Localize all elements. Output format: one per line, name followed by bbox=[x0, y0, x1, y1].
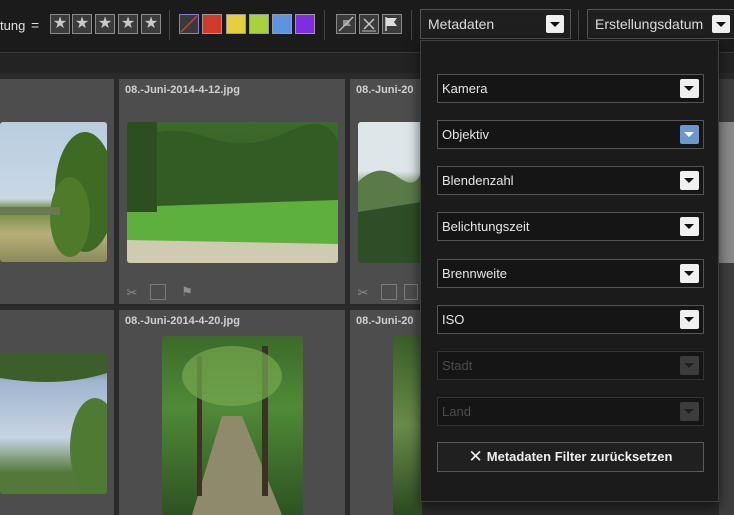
color-label-icon[interactable] bbox=[381, 284, 397, 300]
photo-thumbnail[interactable] bbox=[0, 353, 107, 494]
iso-select[interactable]: ISO bbox=[437, 305, 704, 334]
unflagged-icon[interactable] bbox=[336, 14, 356, 34]
rotate-icon[interactable]: ✂ bbox=[124, 285, 140, 301]
photo-thumbnail[interactable] bbox=[0, 122, 107, 262]
forest-image bbox=[358, 167, 422, 263]
country-label: Land bbox=[442, 404, 471, 419]
chevron-down-icon bbox=[680, 125, 699, 144]
camera-label: Kamera bbox=[442, 81, 488, 96]
landscape-image bbox=[0, 132, 107, 257]
photo-thumbnail[interactable] bbox=[393, 336, 422, 515]
color-label-purple[interactable] bbox=[295, 14, 315, 34]
rating-label: tung bbox=[0, 18, 26, 33]
camera-select[interactable]: Kamera bbox=[437, 74, 704, 103]
star-5-icon[interactable]: ★ bbox=[141, 14, 161, 34]
reset-metadata-filter-button[interactable]: ✕ Metadaten Filter zurücksetzen bbox=[437, 442, 704, 472]
star-4-icon[interactable]: ★ bbox=[118, 14, 138, 34]
chevron-down-icon bbox=[680, 310, 699, 329]
aperture-label: Blendenzahl bbox=[442, 173, 514, 188]
thumbnail-cell[interactable]: 08.-Juni-20 bbox=[350, 310, 422, 515]
chevron-down-icon bbox=[680, 264, 699, 283]
sky-trees-image bbox=[0, 353, 107, 494]
chevron-down-icon bbox=[546, 15, 564, 33]
lens-select[interactable]: Objektiv bbox=[437, 120, 704, 149]
close-icon: ✕ bbox=[468, 447, 483, 466]
thumbnail-filename: 08.-Juni-20 bbox=[356, 84, 414, 96]
thumbnail-filename: 08.-Juni-20 bbox=[356, 315, 414, 327]
chevron-down-icon bbox=[680, 356, 699, 375]
thumbnail-cell[interactable]: 08.-Juni-20 ✂ bbox=[350, 79, 422, 304]
metadata-filter-label: Metadaten bbox=[428, 16, 495, 32]
forest-path-image bbox=[182, 346, 282, 515]
chevron-down-icon bbox=[712, 15, 730, 33]
color-label-yellow[interactable] bbox=[226, 14, 246, 34]
shutter-speed-select[interactable]: Belichtungszeit bbox=[437, 212, 704, 241]
reset-button-label: Metadaten Filter zurücksetzen bbox=[486, 449, 673, 464]
rating-operator[interactable]: = bbox=[31, 17, 39, 33]
color-label-green[interactable] bbox=[249, 14, 269, 34]
chevron-down-icon bbox=[680, 402, 699, 421]
chevron-down-icon bbox=[680, 79, 699, 98]
sort-select[interactable]: Erstellungsdatum bbox=[587, 9, 734, 39]
flag-icon[interactable] bbox=[404, 284, 418, 300]
thumbnail-cell[interactable]: 08.-Juni-2014-4-12.jpg ✂ ⚑ bbox=[119, 79, 345, 304]
divider bbox=[578, 10, 579, 40]
city-label: Stadt bbox=[442, 358, 473, 373]
focal-length-select[interactable]: Brennweite bbox=[437, 259, 704, 288]
photo-thumbnail[interactable] bbox=[127, 122, 338, 263]
metadata-filter-panel: Kamera Objektiv Blendenzahl Belichtungsz… bbox=[420, 40, 719, 502]
color-label-blue[interactable] bbox=[272, 14, 292, 34]
thumbnail-cell[interactable] bbox=[0, 310, 114, 515]
divider bbox=[169, 10, 170, 40]
focal-length-label: Brennweite bbox=[442, 266, 508, 281]
divider bbox=[411, 10, 412, 40]
shutter-speed-label: Belichtungszeit bbox=[442, 219, 530, 234]
iso-label: ISO bbox=[442, 312, 465, 327]
metadata-filter-select[interactable]: Metadaten bbox=[420, 9, 571, 39]
thumbnail-cell bbox=[719, 79, 734, 515]
photo-thumbnail[interactable] bbox=[162, 336, 303, 515]
thumbnail-filename: 08.-Juni-2014-4-20.jpg bbox=[125, 315, 240, 327]
aperture-select[interactable]: Blendenzahl bbox=[437, 166, 704, 195]
rejected-flag-icon[interactable] bbox=[359, 14, 379, 34]
divider bbox=[324, 10, 325, 40]
lens-label: Objektiv bbox=[442, 127, 489, 142]
thumbnail-cell[interactable] bbox=[0, 79, 114, 304]
star-2-icon[interactable]: ★ bbox=[72, 14, 92, 34]
color-label-red[interactable] bbox=[202, 14, 222, 34]
thumbnail-cell[interactable]: 08.-Juni-2014-4-20.jpg bbox=[119, 310, 345, 515]
star-1-icon[interactable]: ★ bbox=[50, 14, 70, 34]
flag-icon[interactable]: ⚑ bbox=[179, 284, 195, 300]
photo-thumbnail[interactable] bbox=[358, 122, 422, 263]
chevron-down-icon bbox=[680, 171, 699, 190]
star-3-icon[interactable]: ★ bbox=[95, 14, 115, 34]
rotate-icon[interactable]: ✂ bbox=[355, 285, 371, 301]
color-label-icon[interactable] bbox=[150, 284, 166, 300]
sort-label: Erstellungsdatum bbox=[595, 16, 704, 32]
picked-flag-icon[interactable] bbox=[382, 14, 402, 34]
thumbnail-filename: 08.-Juni-2014-4-12.jpg bbox=[125, 84, 240, 96]
country-select: Land bbox=[437, 397, 704, 426]
no-color-slash-icon bbox=[180, 15, 198, 33]
chevron-down-icon bbox=[680, 217, 699, 236]
meadow-image bbox=[127, 122, 338, 263]
color-label-none[interactable] bbox=[179, 14, 199, 34]
city-select: Stadt bbox=[437, 351, 704, 380]
